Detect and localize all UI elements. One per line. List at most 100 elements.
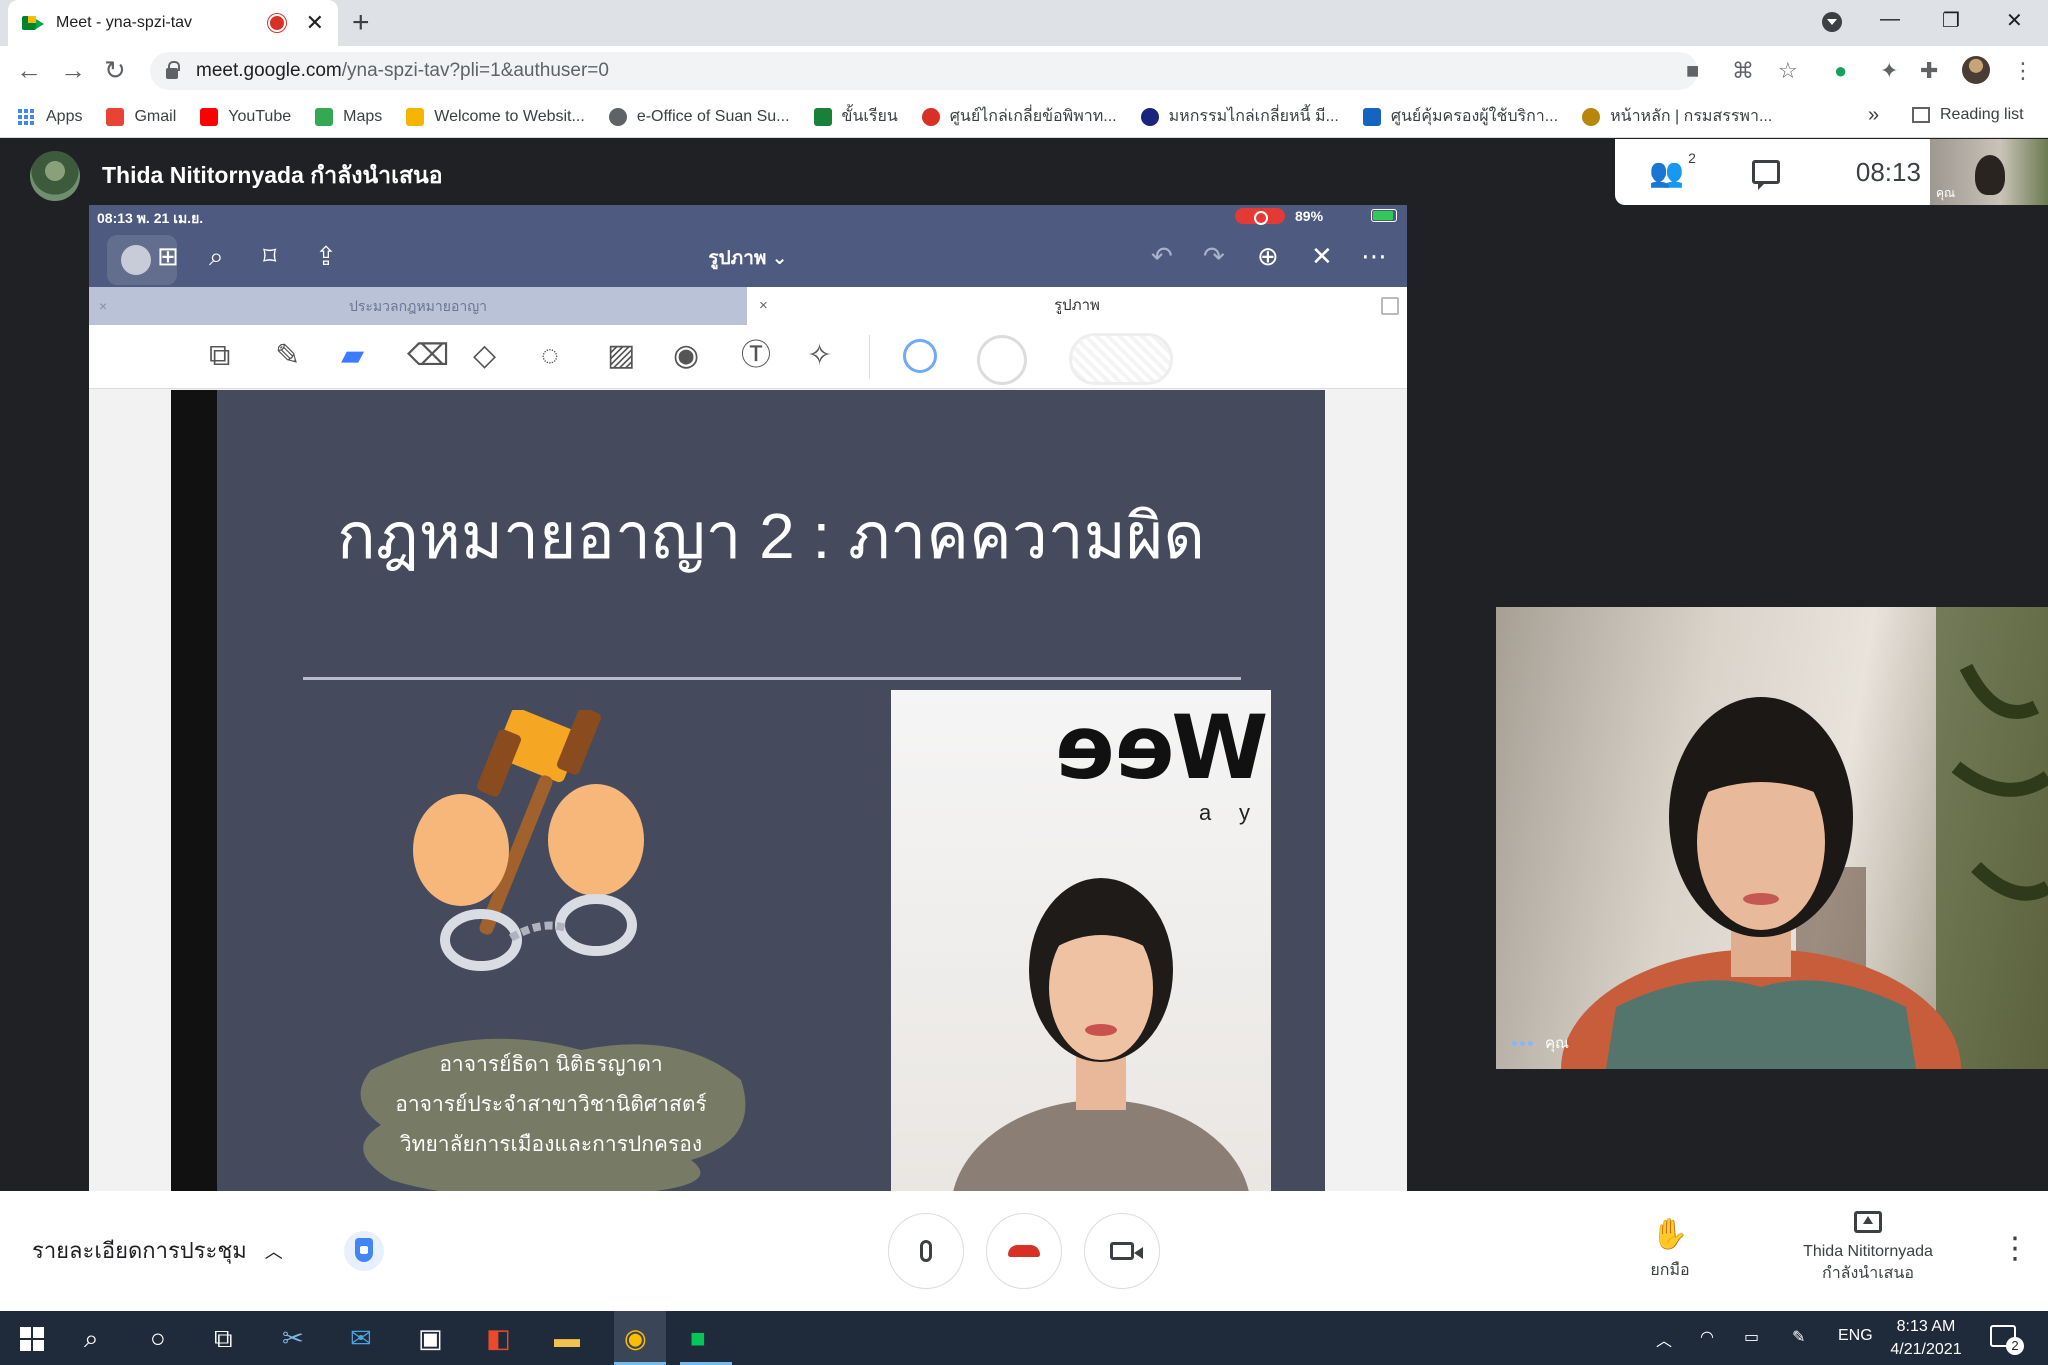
- pen-size-selector[interactable]: [1069, 333, 1173, 385]
- store-icon[interactable]: ▣: [418, 1323, 443, 1353]
- more-options-icon[interactable]: ⋯: [1361, 241, 1387, 271]
- camera-in-use-icon[interactable]: ■: [1686, 58, 1699, 84]
- tray-chevron-up-icon[interactable]: ︿: [1656, 1327, 1672, 1351]
- self-view-thumbnail[interactable]: คุณ: [1930, 139, 2048, 205]
- extensions-puzzle-icon[interactable]: ✚: [1920, 58, 1938, 84]
- laser-pointer-icon[interactable]: ✧: [807, 339, 832, 373]
- notifications-icon[interactable]: 2: [1990, 1325, 2024, 1355]
- close-window-button[interactable]: ✕: [2006, 8, 2023, 33]
- file-explorer-icon[interactable]: ▬: [554, 1323, 580, 1353]
- bookmark-debt[interactable]: มหกรรมไกล่เกลี่ยหนี้ มี...: [1140, 104, 1339, 129]
- windows-start-icon[interactable]: [20, 1327, 44, 1351]
- browser-tab-strip: Meet - yna-spzi-tav ✕ + — ❐ ✕: [0, 0, 2048, 46]
- bookmark-apps[interactable]: Apps: [18, 108, 82, 126]
- mail-icon[interactable]: ✉: [350, 1323, 372, 1353]
- bookmark-revenue[interactable]: หน้าหลัก | กรมสรรพา...: [1582, 104, 1772, 129]
- bookmarks-overflow-button[interactable]: »: [1868, 104, 1879, 127]
- back-arrow-icon[interactable]: ←: [16, 56, 42, 84]
- revenue-icon: [1582, 107, 1601, 126]
- shapes-tool-icon[interactable]: ◇: [473, 339, 496, 373]
- highlighter-tool-icon[interactable]: ▰: [341, 339, 364, 373]
- text-tool-icon[interactable]: Ⓣ: [741, 339, 771, 373]
- bookmark-classroom[interactable]: ขั้นเรียน: [813, 104, 898, 129]
- bookmark-welcome[interactable]: Welcome to Websit...: [406, 107, 585, 126]
- language-indicator[interactable]: ENG: [1838, 1327, 1873, 1345]
- taskbar-clock[interactable]: 8:13 AM 4/21/2021: [1878, 1315, 1974, 1361]
- profile-avatar[interactable]: [1962, 56, 1990, 84]
- lasso-tool-icon[interactable]: ◌: [541, 339, 559, 373]
- redo-icon[interactable]: ↷: [1203, 241, 1225, 271]
- close-doc-tab-icon[interactable]: ×: [759, 287, 768, 325]
- meeting-clock: 08:13: [1855, 156, 1921, 187]
- host-controls-shield-icon[interactable]: [344, 1231, 384, 1271]
- chat-icon[interactable]: [1751, 160, 1780, 190]
- instructor-name: อาจารย์ธิดา นิติธรญาดา: [439, 1053, 663, 1076]
- close-doc-tab-icon[interactable]: ×: [99, 287, 107, 325]
- notification-count: 2: [2006, 1337, 2024, 1355]
- recording-indicator-icon: [269, 16, 284, 30]
- mediation-icon: [921, 107, 940, 126]
- document-tabs: × ประมวลกฎหมายอาญา × รูปภาพ: [89, 287, 1407, 325]
- translate-icon[interactable]: ⌘: [1732, 58, 1754, 84]
- restore-button[interactable]: ❐: [1942, 8, 1960, 33]
- task-view-icon[interactable]: ⧉: [214, 1323, 233, 1353]
- leave-call-button[interactable]: [986, 1213, 1062, 1289]
- pen-color-blue[interactable]: [903, 339, 937, 373]
- microphone-toggle-button[interactable]: [888, 1213, 964, 1289]
- line-app-icon[interactable]: ■: [690, 1323, 706, 1353]
- presenter-header: Thida Nititornyada กำลังนำเสนอ: [30, 151, 443, 201]
- tab-close-button[interactable]: ✕: [306, 12, 324, 34]
- pen-tool-icon[interactable]: ✎: [275, 339, 300, 373]
- doc-tab-criminal-code[interactable]: × ประมวลกฎหมายอาญา: [89, 287, 747, 325]
- bookmark-youtube[interactable]: YouTube: [200, 107, 291, 126]
- forward-arrow-icon[interactable]: →: [60, 56, 86, 84]
- lock-icon[interactable]: [166, 60, 180, 79]
- camera-toggle-button[interactable]: [1084, 1213, 1160, 1289]
- reading-list-button[interactable]: Reading list: [1912, 106, 2024, 124]
- pen-color-white[interactable]: [977, 335, 1027, 385]
- more-options-button[interactable]: ⋮: [2000, 1231, 2030, 1266]
- instructor-college: วิทยาลัยการเมืองและการปกครอง: [399, 1133, 703, 1156]
- office-icon[interactable]: ◧: [486, 1323, 511, 1353]
- tab-search-icon[interactable]: [1822, 12, 1842, 32]
- goodnotes-app-bar: ⊞ ⌕ ⌑ ⇪ รูปภาพ ⌄ ↶ ↷ ⊕ ✕ ⋯: [89, 227, 1407, 287]
- browser-toolbar: ← → ↻ meet.google.com/yna-spzi-tav?pli=1…: [0, 46, 2048, 96]
- grammar-extension-icon[interactable]: ●: [1834, 58, 1847, 84]
- meeting-details-button[interactable]: รายละเอียดการประชุม ︿: [32, 1233, 283, 1268]
- camera-tool-icon[interactable]: ◉: [673, 339, 699, 373]
- reload-icon[interactable]: ↻: [104, 56, 126, 84]
- pen-tray-icon[interactable]: ✎: [1792, 1327, 1805, 1347]
- bookmark-e-office[interactable]: e-Office of Suan Su...: [608, 107, 790, 126]
- tab-title: Meet - yna-spzi-tav: [56, 14, 193, 31]
- image-tool-icon[interactable]: ▨: [607, 339, 635, 373]
- close-editor-icon[interactable]: ✕: [1311, 241, 1333, 271]
- battery-tray-icon[interactable]: ▭: [1744, 1327, 1759, 1347]
- chrome-menu-icon[interactable]: ⋮: [2012, 58, 2034, 84]
- raise-hand-button[interactable]: ✋ ยกมือ: [1630, 1217, 1710, 1283]
- bookmark-gmail[interactable]: Gmail: [106, 107, 176, 126]
- zoom-window-icon[interactable]: ⧉: [209, 339, 230, 373]
- wifi-icon[interactable]: ◠: [1700, 1327, 1714, 1347]
- people-icon[interactable]: 👥 2: [1649, 150, 1696, 189]
- extension-icon[interactable]: ✦: [1880, 58, 1898, 84]
- search-icon[interactable]: ⌕: [84, 1323, 99, 1353]
- doc-tab-pictures[interactable]: × รูปภาพ: [747, 287, 1407, 325]
- cortana-icon[interactable]: ○: [150, 1323, 166, 1353]
- snip-tool-icon[interactable]: ✂: [282, 1323, 304, 1353]
- browser-tab-meet[interactable]: Meet - yna-spzi-tav ✕: [8, 0, 338, 46]
- minimize-button[interactable]: —: [1880, 8, 1900, 31]
- bookmark-consumer[interactable]: ศูนย์คุ้มครองผู้ใช้บริกา...: [1362, 104, 1558, 129]
- split-view-icon[interactable]: [1381, 297, 1399, 315]
- presenting-indicator-button[interactable]: Thida Nititornyada กำลังนำเสนอ: [1768, 1211, 1968, 1285]
- eraser-tool-icon[interactable]: ⌫: [407, 339, 449, 373]
- address-bar[interactable]: meet.google.com/yna-spzi-tav?pli=1&authu…: [150, 52, 1698, 90]
- participant-tile[interactable]: คุณ: [1496, 607, 2048, 1069]
- undo-icon[interactable]: ↶: [1151, 241, 1173, 271]
- bookmark-maps[interactable]: Maps: [315, 107, 382, 126]
- bookmark-mediation[interactable]: ศูนย์ไกล่เกลี่ยข้อพิพาท...: [921, 104, 1117, 129]
- add-page-icon[interactable]: ⊕: [1257, 241, 1279, 271]
- chrome-icon[interactable]: ◉: [624, 1323, 647, 1353]
- youtube-icon: [200, 107, 219, 126]
- new-tab-button[interactable]: +: [352, 6, 370, 40]
- bookmark-star-icon[interactable]: ☆: [1778, 58, 1798, 84]
